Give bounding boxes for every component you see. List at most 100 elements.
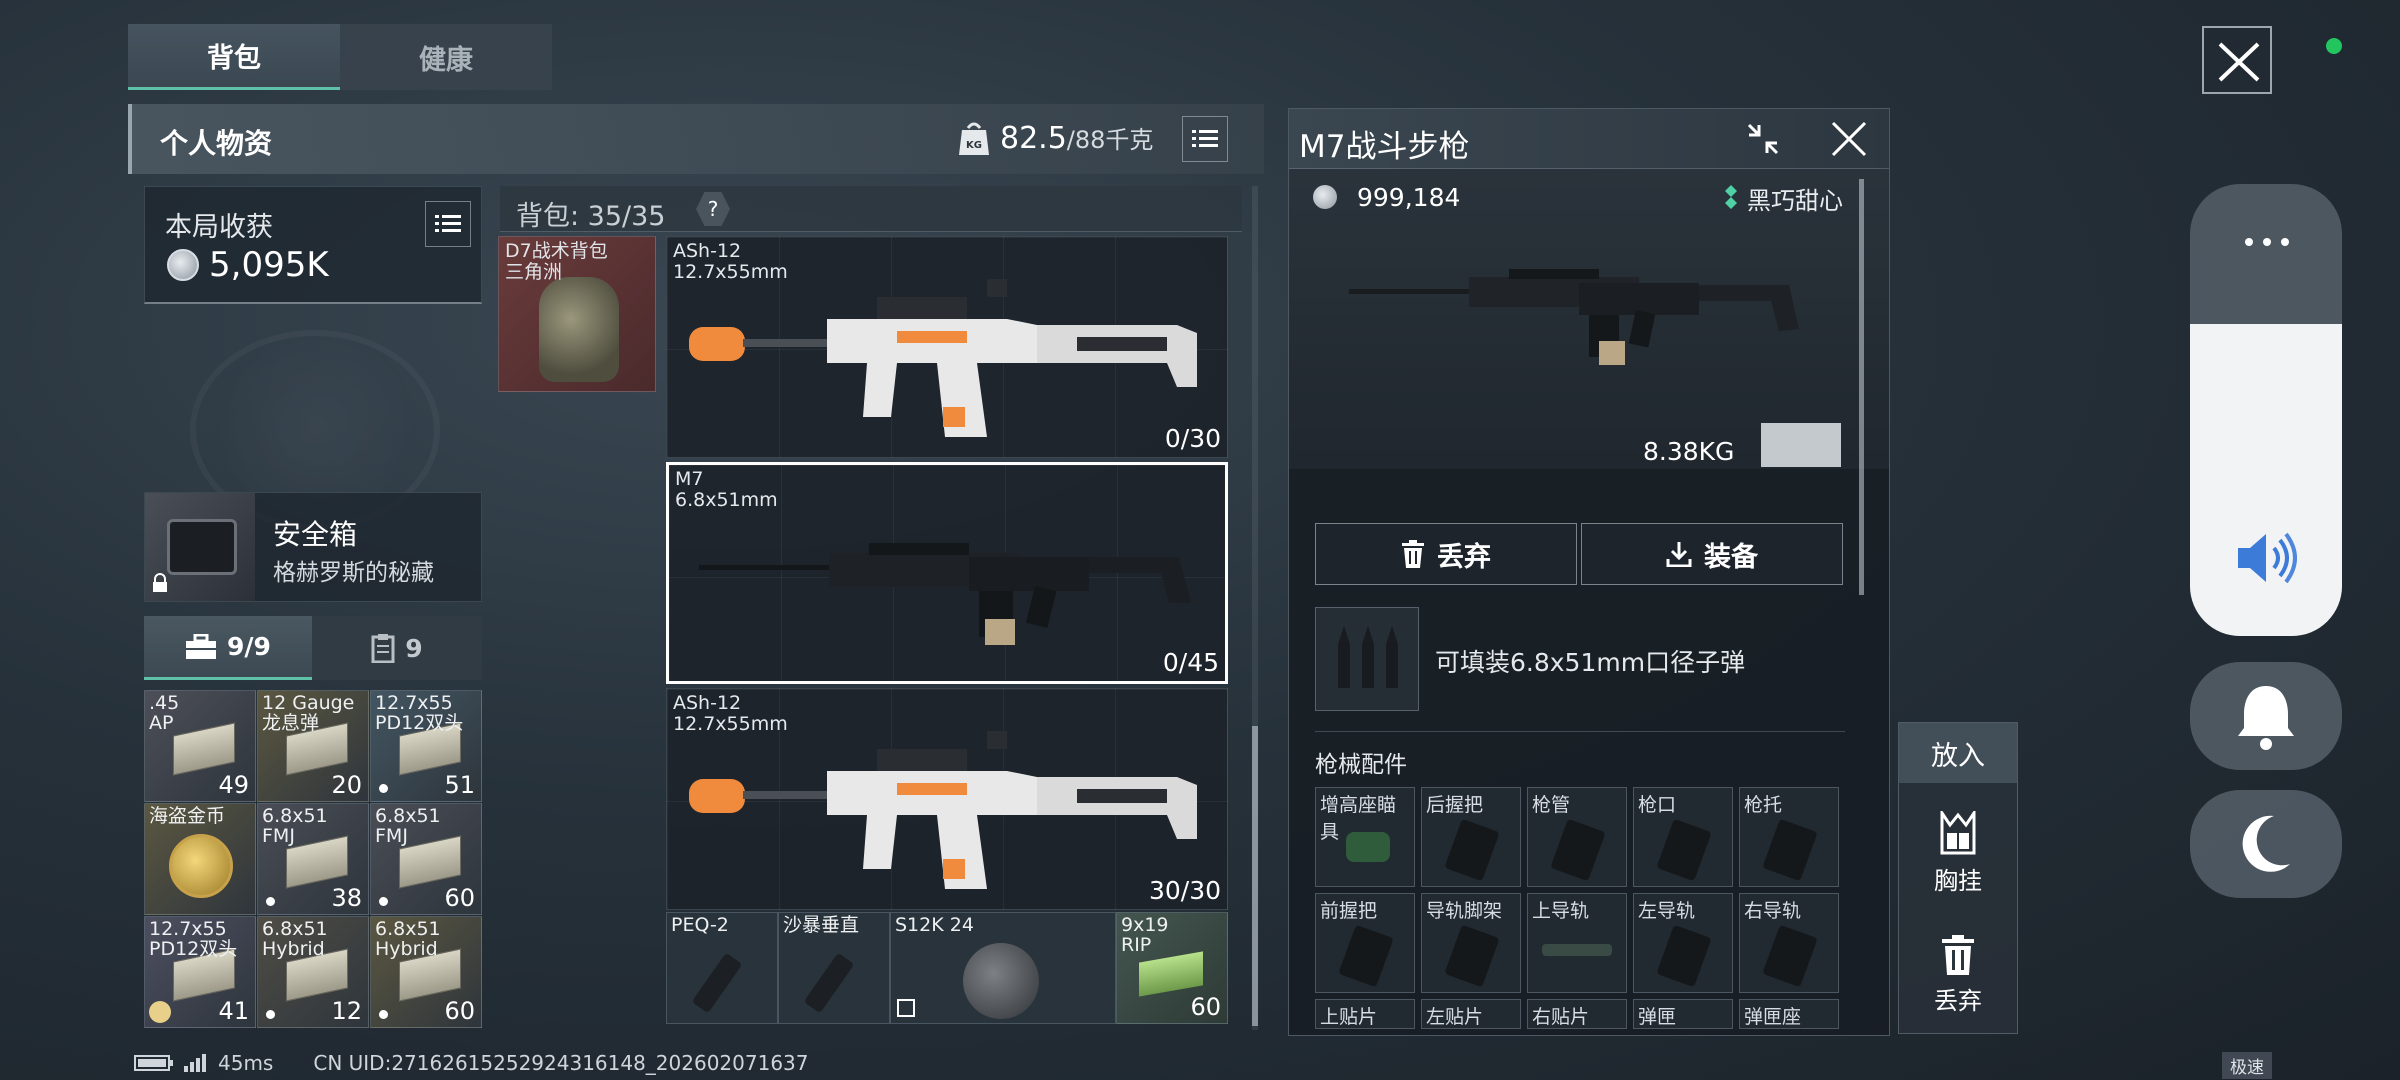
chest-rig-button[interactable]: 胸挂 — [1899, 811, 2017, 907]
backpack-item[interactable]: 9x19 RIP 60 — [1116, 912, 1228, 1024]
attachment-label: 上导轨 — [1532, 900, 1590, 922]
tab-health[interactable]: 健康 — [340, 24, 552, 90]
safe-item-quantity: 49 — [218, 771, 249, 799]
battery-icon — [134, 1055, 173, 1071]
attachment-slot[interactable]: 枪管 — [1527, 787, 1627, 887]
session-loot-panel: 本局收获 5,095K — [144, 186, 482, 304]
attachment-slot[interactable]: 右贴片 — [1527, 999, 1627, 1029]
status-bar: 45ms CN UID:27162615252924316148_2026020… — [134, 1050, 809, 1076]
weapon-slot[interactable]: ASh-12 12.7x55mm 30/30 — [666, 688, 1228, 910]
online-indicator — [2326, 38, 2342, 54]
ammo-slot[interactable] — [1315, 607, 1419, 711]
weight-current: 82.5 — [1000, 121, 1067, 156]
list-icon — [1192, 130, 1218, 147]
list-menu-button[interactable] — [1182, 116, 1228, 162]
coin-icon — [167, 249, 199, 281]
attachment-slot[interactable]: 左贴片 — [1421, 999, 1521, 1029]
backpack-item[interactable]: S12K 24 — [890, 912, 1116, 1024]
attachment-label: 枪管 — [1532, 794, 1571, 816]
bell-toggle[interactable] — [2190, 662, 2342, 770]
subtab-toolbox[interactable]: 9/9 — [144, 616, 312, 680]
trash-icon — [1402, 540, 1424, 568]
safe-item[interactable]: 海盗金币 — [144, 803, 256, 915]
safe-item-quantity: 12 — [331, 997, 362, 1025]
attachment-slot[interactable]: 枪托 — [1739, 787, 1839, 887]
weight-icon: KG — [958, 120, 990, 156]
collapse-button[interactable] — [1743, 119, 1783, 159]
safe-item[interactable]: .45 AP 49 — [144, 690, 256, 802]
attachment-image — [1444, 818, 1500, 882]
attachment-label: 枪口 — [1638, 794, 1677, 816]
safe-item-quantity: 51 — [444, 771, 475, 799]
weight-max: /88千克 — [1066, 126, 1154, 154]
safe-item-quantity: 60 — [444, 884, 475, 912]
attachment-slot[interactable]: 右导轨 — [1739, 893, 1839, 993]
vest-icon — [1940, 811, 1976, 855]
m7-rifle-image — [1349, 259, 1809, 379]
attachment-slot[interactable]: 枪口 — [1633, 787, 1733, 887]
side-discard-button[interactable]: 丢弃 — [1899, 935, 2017, 1031]
detail-scrollbar[interactable] — [1859, 179, 1864, 595]
attachment-slot[interactable]: 增高座瞄具 — [1315, 787, 1415, 887]
ammo-box-image — [1139, 951, 1203, 997]
ping-value: 45ms — [218, 1051, 274, 1075]
subtab-clipboard[interactable]: 9 — [312, 616, 482, 680]
m7-rifle-image — [699, 543, 1191, 645]
safe-item[interactable]: 6.8x51 FMJ 60 — [370, 803, 482, 915]
safe-item-quantity: 60 — [444, 997, 475, 1025]
discard-button[interactable]: 丢弃 — [1315, 523, 1577, 585]
attachment-slot[interactable]: 上导轨 — [1527, 893, 1627, 993]
safe-item[interactable]: 6.8x51 Hybrid 60 — [370, 916, 482, 1028]
backpack-capacity-bar: 背包: 35/35 ? — [500, 186, 1242, 232]
tab-backpack[interactable]: 背包 — [128, 24, 340, 90]
backpack-item[interactable]: 沙暴垂直 — [778, 912, 890, 1024]
safe-item[interactable]: 12 Gauge 龙息弹 20 — [257, 690, 369, 802]
attachment-label: 弹匣 — [1638, 1006, 1677, 1028]
attachment-image — [1444, 924, 1500, 988]
weapon-ammo-count: 0/45 — [1162, 648, 1219, 677]
safe-item[interactable]: 6.8x51 Hybrid 12 — [257, 916, 369, 1028]
loot-list-button[interactable] — [425, 201, 471, 247]
main-close-button[interactable] — [2202, 26, 2272, 94]
bag-image — [539, 277, 619, 382]
bell-icon — [2238, 686, 2294, 750]
weapon-slot[interactable]: M7 6.8x51mm 0/45 — [666, 462, 1228, 684]
attachment-label: 前握把 — [1320, 900, 1378, 922]
attachment-image — [1762, 924, 1818, 988]
collapse-icon — [1747, 123, 1779, 155]
safe-box[interactable]: 安全箱 格赫罗斯的秘藏 — [144, 492, 482, 602]
attachment-slot[interactable]: 导轨脚架 — [1421, 893, 1521, 993]
backpack-item[interactable]: PEQ-2 — [666, 912, 778, 1024]
safe-box-image — [145, 493, 255, 601]
attachment-image — [1542, 944, 1612, 956]
uid-text: CN UID:27162615252924316148_202602071637 — [313, 1051, 809, 1075]
volume-icon — [2236, 532, 2300, 584]
attachment-slot[interactable]: 上贴片 — [1315, 999, 1415, 1029]
attachment-slot[interactable]: 前握把 — [1315, 893, 1415, 993]
volume-slider[interactable] — [2190, 184, 2342, 636]
attachment-slot[interactable]: 弹匣 — [1633, 999, 1733, 1029]
backpack-scrollbar[interactable] — [1252, 186, 1258, 1030]
attachment-label: 右导轨 — [1744, 900, 1802, 922]
bag-name: D7战术背包 三角洲 — [505, 240, 608, 283]
equip-button[interactable]: 装备 — [1581, 523, 1843, 585]
toolbox-icon — [186, 633, 217, 659]
attachment-slot[interactable]: 左导轨 — [1633, 893, 1733, 993]
weapon-slot[interactable]: ASh-12 12.7x55mm 0/30 — [666, 236, 1228, 458]
attachment-slot[interactable]: 弹匣座 — [1739, 999, 1839, 1029]
attachment-label: 弹匣座 — [1744, 1006, 1802, 1028]
safe-item[interactable]: 12.7x55 PD12双头 51 — [370, 690, 482, 802]
safe-item-name: 6.8x51 Hybrid — [375, 918, 441, 960]
bag-slot[interactable]: D7战术背包 三角洲 — [498, 236, 656, 392]
safe-item[interactable]: 12.7x55 PD12双头 41 — [144, 916, 256, 1028]
safe-item[interactable]: 6.8x51 FMJ 38 — [257, 803, 369, 915]
help-button[interactable]: ? — [696, 192, 730, 226]
volume-level — [2190, 324, 2342, 636]
weapon-ammo-count: 30/30 — [1148, 876, 1221, 905]
night-mode-toggle[interactable] — [2190, 790, 2342, 898]
personal-title: 个人物资 — [160, 127, 273, 160]
attachment-slot[interactable]: 后握把 — [1421, 787, 1521, 887]
safe-item-name: 海盗金币 — [149, 805, 226, 827]
safe-item-name: 12.7x55 PD12双头 — [149, 918, 238, 960]
detail-close-button[interactable] — [1829, 119, 1869, 159]
